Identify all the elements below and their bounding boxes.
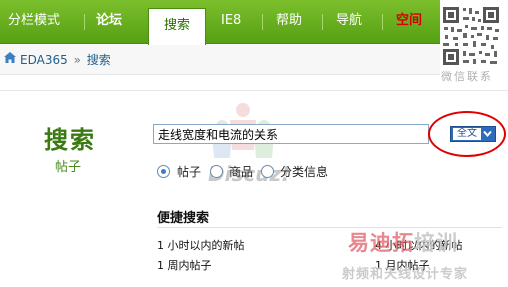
nav-item-space[interactable]: 空间: [396, 11, 422, 31]
radio-goods-label: 商品: [229, 165, 254, 179]
top-nav-bar: [0, 0, 440, 44]
slogan-watermark: 射频和天线设计专家: [342, 267, 469, 282]
red-highlight-circle: [428, 111, 506, 157]
nav-separator: [262, 14, 263, 30]
nav-separator: [322, 14, 323, 30]
breadcrumb-current: 搜索: [86, 53, 111, 67]
search-page: 分栏模式 论坛 搜索 IE8 帮助 导航 空间 微信联系 EDA365 » 搜索…: [0, 0, 508, 287]
nav-item-help[interactable]: 帮助: [276, 11, 302, 31]
radio-posts[interactable]: [157, 165, 170, 178]
brand-watermark: 易迪拓培训: [348, 227, 458, 257]
nav-separator: [382, 14, 383, 30]
home-icon[interactable]: [4, 52, 16, 63]
section-divider: [0, 90, 508, 91]
search-input[interactable]: [153, 124, 429, 144]
nav-separator: [84, 14, 85, 30]
radio-goods[interactable]: [210, 165, 223, 178]
nav-item-layout-mode[interactable]: 分栏模式: [8, 11, 60, 31]
breadcrumb-home-link[interactable]: EDA365: [20, 53, 68, 67]
nav-item-ie8[interactable]: IE8: [221, 11, 241, 31]
nav-item-search-active[interactable]: 搜索: [148, 8, 206, 45]
nav-item-navigation[interactable]: 导航: [336, 11, 362, 31]
brand-watermark-part2: 培训: [414, 231, 458, 255]
page-title: 搜索: [44, 125, 96, 154]
quick-link-1-week[interactable]: 1 周内帖子: [157, 257, 212, 273]
page-subtitle: 帖子: [55, 160, 82, 175]
radio-posts-label: 帖子: [177, 165, 202, 179]
radio-category[interactable]: [261, 165, 274, 178]
breadcrumb: EDA365 » 搜索: [20, 51, 111, 68]
quick-link-1-hour[interactable]: 1 小时以内的新帖: [157, 237, 245, 253]
quick-search-title: 便捷搜索: [157, 211, 210, 226]
nav-item-search-label: 搜索: [163, 18, 190, 33]
wechat-qr-code: [441, 5, 501, 67]
nav-item-forum[interactable]: 论坛: [96, 11, 122, 31]
qr-caption: 微信联系: [441, 70, 493, 83]
brand-watermark-part1: 易迪拓: [348, 231, 414, 255]
radio-category-label: 分类信息: [280, 165, 329, 179]
breadcrumb-separator: »: [73, 53, 81, 67]
